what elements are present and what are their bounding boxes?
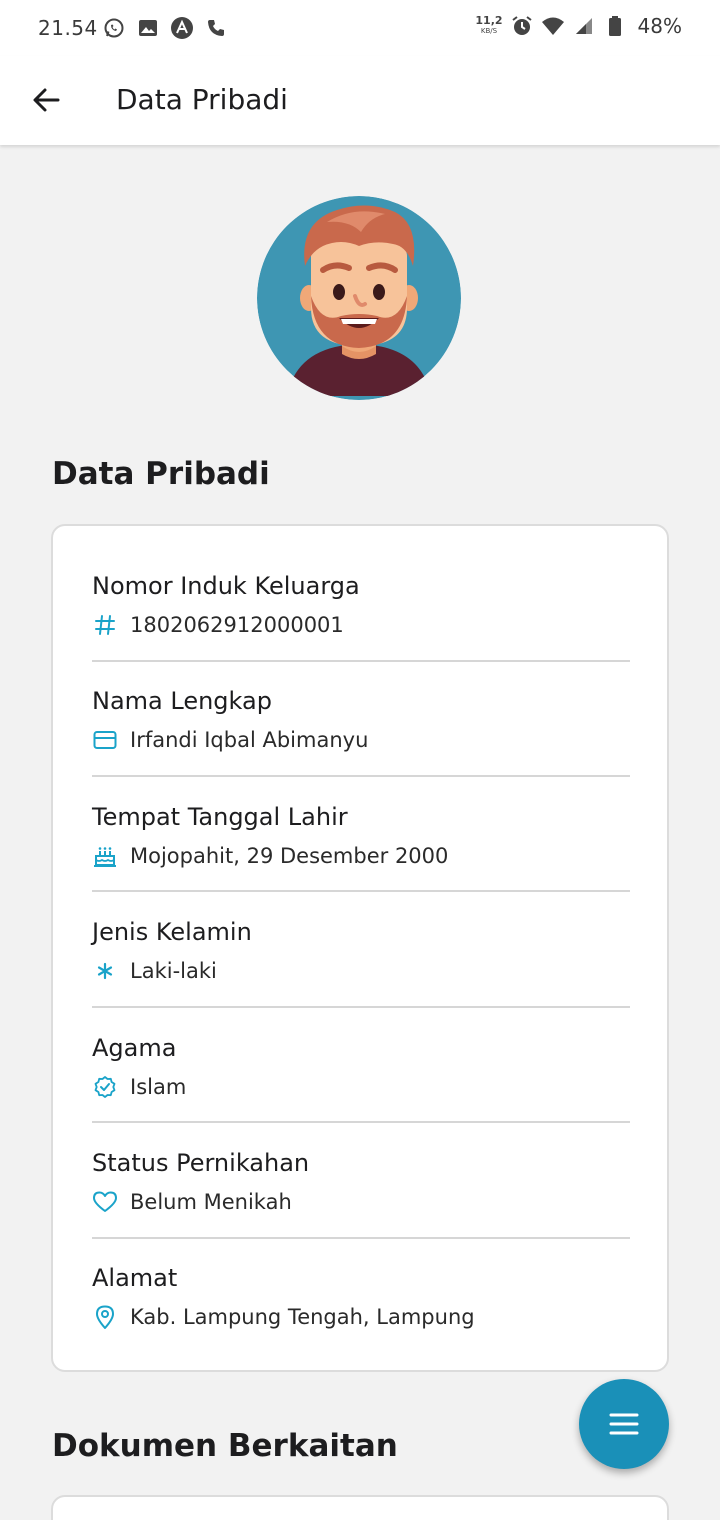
verified-badge-icon: [92, 1074, 118, 1100]
network-speed-unit: KB/S: [480, 27, 498, 35]
status-bar: 21.54 11,2 KB/S 48%: [0, 0, 720, 56]
status-system-icons: 11,2 KB/S 48%: [475, 14, 682, 38]
personal-data-card: Nomor Induk Keluarga 1802062912000001 Na…: [51, 524, 669, 1372]
divider: [92, 660, 630, 662]
status-notification-icons: [102, 16, 228, 40]
phone-icon: [204, 16, 228, 40]
wifi-icon: [541, 14, 565, 38]
field-label: Nama Lengkap: [92, 687, 272, 715]
avatar-illustration: [257, 196, 461, 400]
network-speed: 11,2 KB/S: [475, 15, 502, 36]
divider: [92, 1121, 630, 1123]
hash-icon: [92, 612, 118, 638]
field-agama: Agama Islam: [92, 1032, 630, 1103]
field-value: Mojopahit, 29 Desember 2000: [130, 844, 449, 868]
divider: [92, 1006, 630, 1008]
arrow-left-icon: [33, 88, 60, 112]
field-alamat: Alamat Kab. Lampung Tengah, Lampung: [92, 1262, 630, 1333]
field-label: Nomor Induk Keluarga: [92, 572, 360, 600]
heart-icon: [92, 1189, 118, 1215]
field-status-pernikahan: Status Pernikahan Belum Menikah: [92, 1147, 630, 1218]
app-icon: [170, 16, 194, 40]
location-pin-icon: [92, 1304, 118, 1330]
divider: [92, 890, 630, 892]
id-card-icon: [92, 727, 118, 753]
field-label: Agama: [92, 1034, 177, 1062]
battery-percentage: 48%: [637, 14, 682, 38]
field-nama-lengkap: Nama Lengkap Irfandi Iqbal Abimanyu: [92, 685, 630, 756]
field-jenis-kelamin: Jenis Kelamin Laki-laki: [92, 916, 630, 987]
divider: [92, 775, 630, 777]
page-title: Data Pribadi: [116, 83, 288, 116]
field-value: Irfandi Iqbal Abimanyu: [130, 728, 369, 752]
menu-fab-button[interactable]: [579, 1379, 669, 1469]
field-value: 1802062912000001: [130, 613, 344, 637]
field-tempat-tanggal-lahir: Tempat Tanggal Lahir Mojopahit, 29 Desem…: [92, 801, 630, 872]
asterisk-icon: [92, 958, 118, 984]
signal-icon: [572, 14, 596, 38]
divider: [92, 1237, 630, 1239]
field-label: Status Pernikahan: [92, 1149, 310, 1177]
documents-card: [51, 1495, 669, 1520]
field-label: Alamat: [92, 1264, 178, 1292]
cake-icon: [92, 843, 118, 869]
avatar: [257, 196, 461, 400]
gallery-icon: [136, 16, 160, 40]
back-button[interactable]: [24, 78, 68, 122]
section-title-dokumen-berkaitan: Dokumen Berkaitan: [52, 1428, 398, 1464]
field-label: Tempat Tanggal Lahir: [92, 803, 348, 831]
field-value: Islam: [130, 1075, 187, 1099]
field-label: Jenis Kelamin: [92, 918, 252, 946]
battery-icon: [603, 14, 627, 38]
app-bar: Data Pribadi: [0, 56, 720, 145]
section-title-data-pribadi: Data Pribadi: [52, 456, 270, 492]
field-nomor-induk-keluarga: Nomor Induk Keluarga 1802062912000001: [92, 570, 630, 641]
whatsapp-icon: [102, 16, 126, 40]
menu-icon: [609, 1413, 639, 1435]
field-value: Laki-laki: [130, 959, 217, 983]
alarm-icon: [510, 14, 534, 38]
status-time: 21.54: [38, 16, 98, 40]
field-value: Kab. Lampung Tengah, Lampung: [130, 1305, 475, 1329]
field-value: Belum Menikah: [130, 1190, 292, 1214]
